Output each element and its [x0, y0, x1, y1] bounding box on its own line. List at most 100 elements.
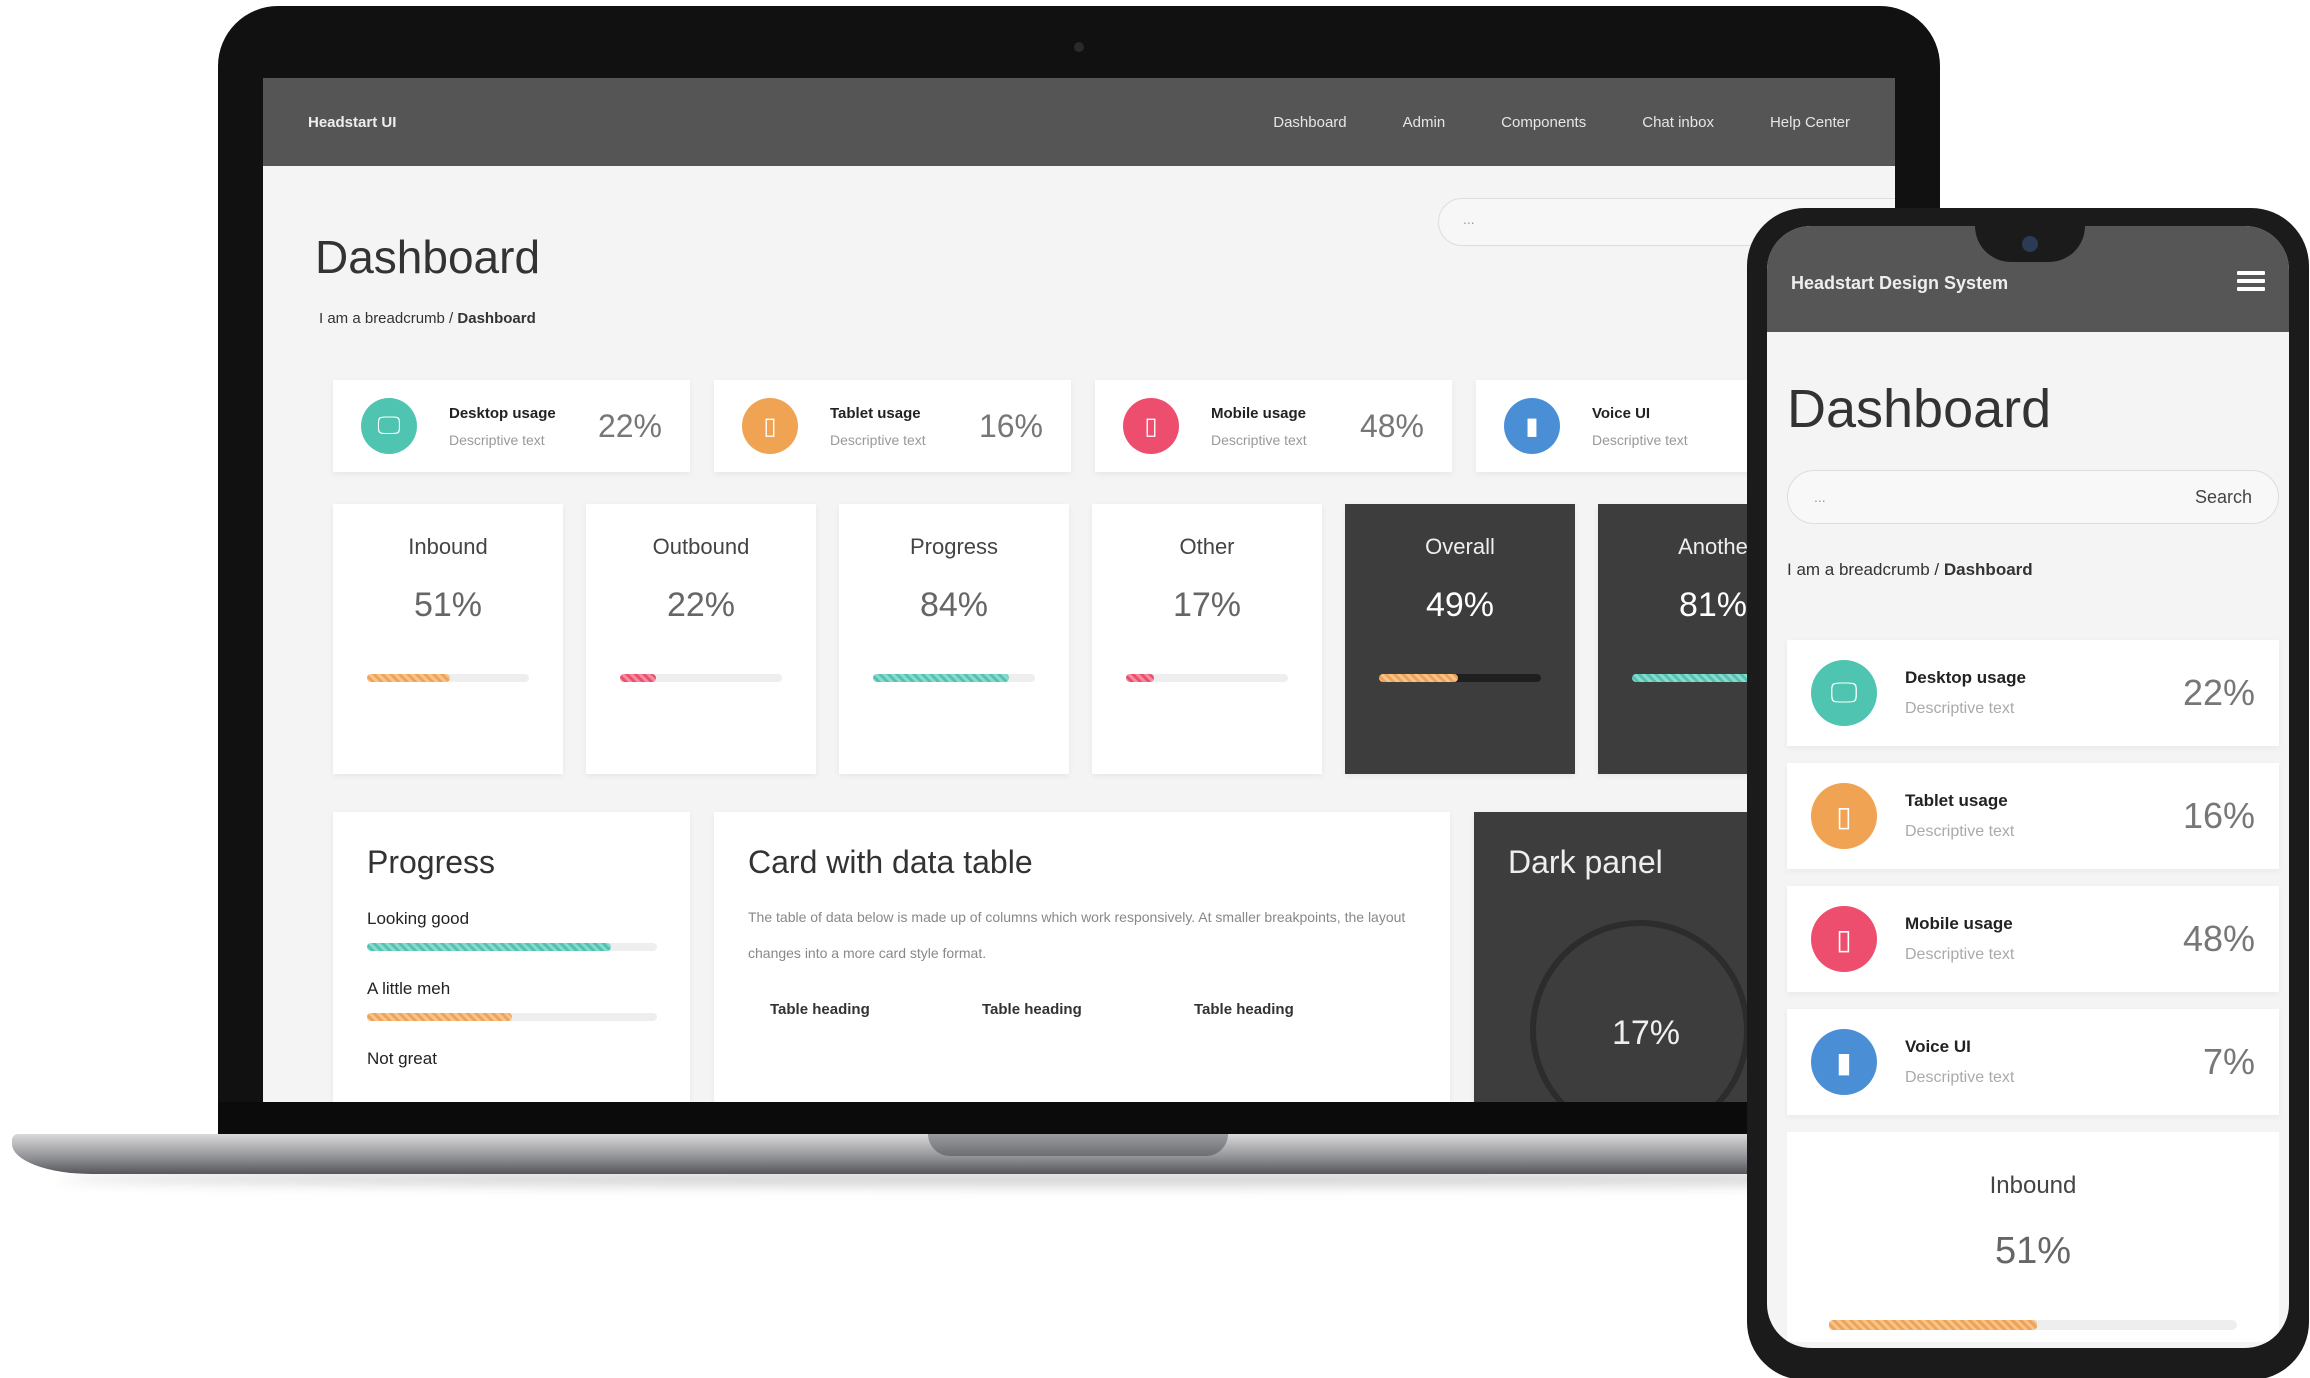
metric-label: Other — [1179, 534, 1235, 559]
voice-icon: ▮ — [1811, 1029, 1877, 1095]
breadcrumb-current: Dashboard — [457, 310, 536, 327]
stat-value: 7% — [2202, 1041, 2255, 1082]
breadcrumb-prefix[interactable]: I am a breadcrumb / — [1787, 560, 1939, 579]
table-header-row: Table heading Table heading Table headin… — [748, 1001, 1416, 1018]
metric-label: Progress — [909, 534, 999, 559]
metric-card-inbound[interactable]: Inbound 51% — [333, 504, 563, 774]
stat-title: Mobile usage — [1211, 404, 1307, 422]
progress-label: Looking good — [367, 909, 470, 928]
stat-desc: Descriptive text — [1592, 431, 1688, 448]
stat-value: 48% — [2182, 918, 2255, 959]
metric-value: 49% — [1425, 586, 1495, 624]
metric-value: 51% — [1994, 1230, 2072, 1272]
stat-desc: Descriptive text — [1905, 946, 2015, 963]
hamburger-menu-icon[interactable] — [2237, 271, 2265, 291]
metric-label: Inbound — [1989, 1172, 2077, 1199]
metric-label: Overall — [1425, 534, 1495, 559]
stat-desc: Descriptive text — [1905, 823, 2015, 840]
gauge-value: 17% — [1611, 1014, 1681, 1052]
voice-icon: ▮ — [1504, 398, 1560, 454]
laptop-bezel — [218, 1102, 1940, 1134]
metric-card-outbound[interactable]: Outbound 22% — [586, 504, 816, 774]
stat-cards: 🖵 Desktop usage Descriptive text 22% ▯ T… — [333, 380, 1833, 472]
metric-cards: Inbound 51% Outbound 22% Progress 84% Ot… — [333, 504, 1828, 774]
metric-label: Inbound — [408, 534, 488, 559]
stat-title: Mobile usage — [1905, 914, 2013, 933]
stat-title: Voice UI — [1592, 404, 1651, 422]
stat-card-tablet[interactable]: ▯ Tablet usage Descriptive text 16% — [714, 380, 1071, 472]
metric-value: 51% — [413, 586, 483, 624]
nav-chat-inbox[interactable]: Chat inbox — [1642, 114, 1714, 131]
nav-help-center[interactable]: Help Center — [1770, 114, 1850, 131]
progress-panel: Progress Looking good A little meh Not g… — [333, 812, 690, 1102]
progress-fill — [1632, 674, 1764, 682]
stat-value: 22% — [597, 407, 662, 444]
stat-desc: Descriptive text — [1905, 1069, 2015, 1086]
data-table-card: Card with data table The table of data b… — [714, 812, 1450, 1102]
breadcrumb: I am a breadcrumb / Dashboard — [319, 310, 1843, 327]
table-heading[interactable]: Table heading — [1172, 1001, 1384, 1018]
table-heading[interactable]: Table heading — [960, 1001, 1172, 1018]
progress-track — [1126, 674, 1288, 682]
progress-fill — [620, 674, 656, 682]
stat-card-tablet[interactable]: ▯ Tablet usage Descriptive text 16% — [1787, 763, 2279, 869]
stat-desc: Descriptive text — [830, 431, 926, 448]
progress-fill — [1829, 1320, 2038, 1330]
stat-value: 22% — [2182, 672, 2255, 713]
progress-fill — [367, 674, 450, 682]
stat-card-mobile[interactable]: ▯ Mobile usage Descriptive text 48% — [1095, 380, 1452, 472]
progress-track — [367, 943, 657, 951]
mobile-icon: ▯ — [1123, 398, 1179, 454]
progress-label: Not great — [367, 1049, 437, 1068]
main-nav: Dashboard Admin Components Chat inbox He… — [1273, 114, 1850, 131]
stat-value: 16% — [2182, 795, 2255, 836]
nav-components[interactable]: Components — [1501, 114, 1586, 131]
stat-card-desktop[interactable]: 🖵 Desktop usage Descriptive text 22% — [333, 380, 690, 472]
progress-label: A little meh — [367, 979, 451, 998]
stat-desc: Descriptive text — [1211, 431, 1307, 448]
laptop-lid-notch — [928, 1134, 1228, 1156]
desktop-chart-icon: 🖵 — [361, 398, 417, 454]
metric-card-progress[interactable]: Progress 84% — [839, 504, 1069, 774]
camera-icon — [1074, 42, 1084, 52]
search-bar: ... Search — [1787, 470, 2279, 524]
table-heading[interactable]: Table heading — [748, 1001, 960, 1018]
metric-value: 17% — [1172, 586, 1242, 624]
stat-card-voice[interactable]: ▮ Voice UI Descriptive text 7% — [1787, 1009, 2279, 1115]
laptop-screen: Headstart UI Dashboard Admin Components … — [263, 78, 1895, 1102]
panel-description: The table of data below is made up of co… — [748, 909, 1406, 961]
brand-logo[interactable]: Headstart UI — [308, 114, 396, 131]
stat-title: Desktop usage — [449, 404, 556, 422]
breadcrumb-current: Dashboard — [1943, 560, 2033, 579]
metric-card-overall[interactable]: Overall 49% — [1345, 504, 1575, 774]
progress-track — [1829, 1320, 2237, 1330]
tablet-icon: ▯ — [1811, 783, 1877, 849]
top-navbar: Headstart UI Dashboard Admin Components … — [263, 78, 1895, 166]
desktop-chart-icon: 🖵 — [1811, 660, 1877, 726]
brand-logo[interactable]: Headstart Design System — [1791, 273, 2008, 294]
metric-card-other[interactable]: Other 17% — [1092, 504, 1322, 774]
stat-value: 48% — [1359, 407, 1424, 444]
stat-card-mobile[interactable]: ▯ Mobile usage Descriptive text 48% — [1787, 886, 2279, 992]
donut-gauge: 17% — [1530, 920, 1750, 1102]
search-input[interactable]: ... — [1814, 489, 1826, 505]
progress-fill — [873, 674, 1010, 682]
nav-dashboard[interactable]: Dashboard — [1273, 114, 1346, 131]
metric-value: 22% — [666, 586, 736, 624]
search-button[interactable]: Search — [2195, 487, 2252, 508]
nav-admin[interactable]: Admin — [1403, 114, 1446, 131]
breadcrumb-prefix[interactable]: I am a breadcrumb / — [319, 310, 453, 327]
progress-fill — [1379, 674, 1459, 682]
stat-value: 16% — [978, 407, 1043, 444]
stat-title: Voice UI — [1905, 1037, 1971, 1056]
metric-card-inbound[interactable]: Inbound 51% — [1787, 1132, 2279, 1342]
device-mockup: Headstart UI Dashboard Admin Components … — [0, 0, 2310, 1378]
progress-track — [367, 1013, 657, 1021]
panel-title: Progress — [367, 844, 496, 880]
camera-icon — [2022, 236, 2038, 252]
stat-card-desktop[interactable]: 🖵 Desktop usage Descriptive text 22% — [1787, 640, 2279, 746]
metric-value: 84% — [919, 586, 989, 624]
tablet-icon: ▯ — [742, 398, 798, 454]
mobile-icon: ▯ — [1811, 906, 1877, 972]
stat-title: Desktop usage — [1905, 668, 2026, 687]
